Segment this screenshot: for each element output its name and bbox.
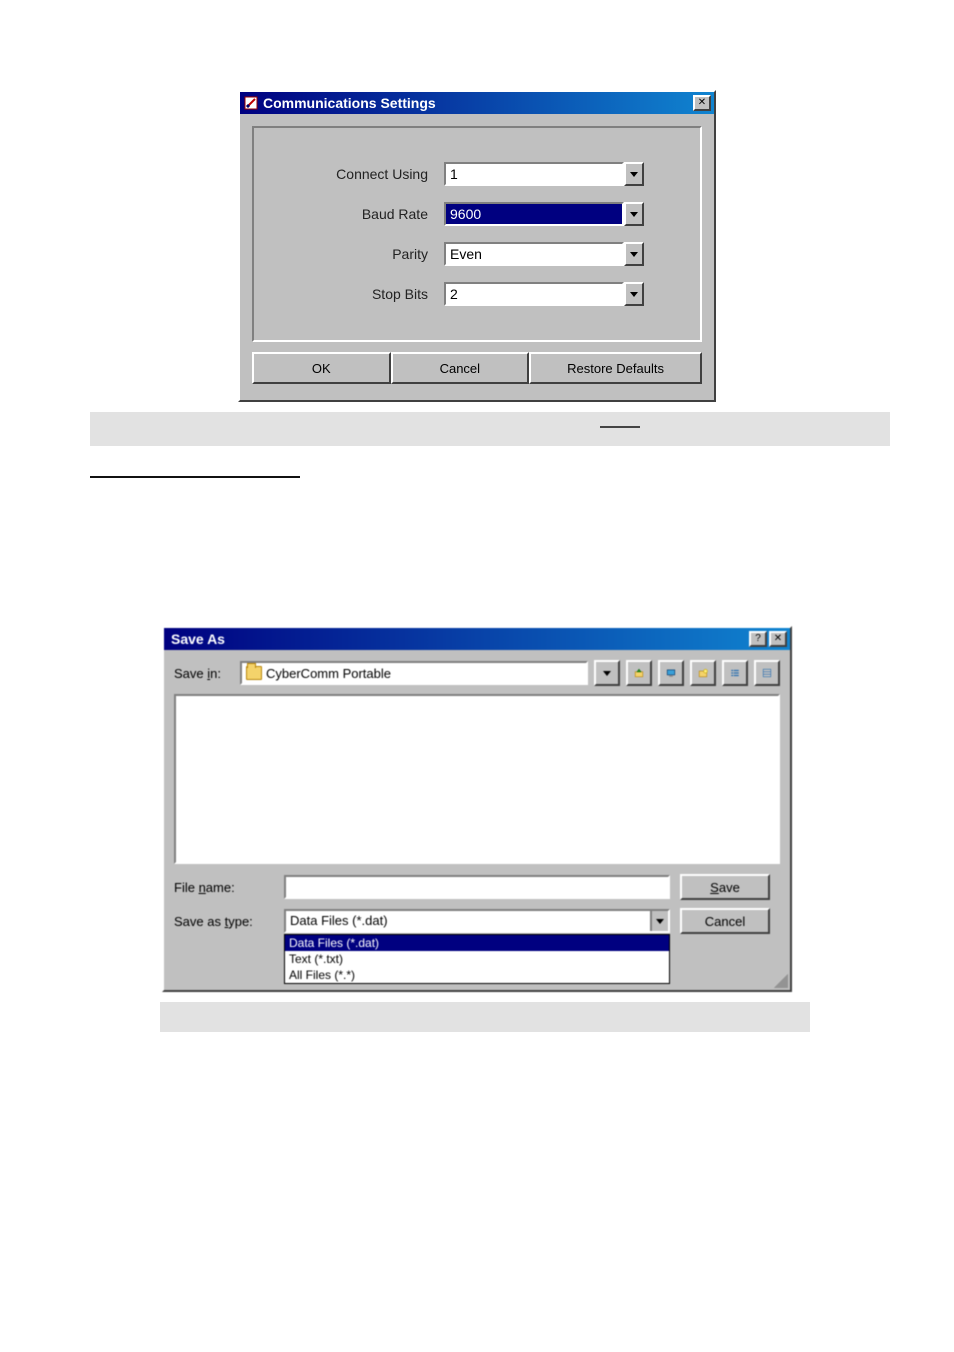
save-as-type-value: Data Files (*.dat) xyxy=(286,911,650,931)
file-list-area[interactable] xyxy=(174,694,780,864)
saveas-cancel-button[interactable]: Cancel xyxy=(680,908,770,934)
save-as-dialog: Save As ? ✕ Save in: CyberComm Portable xyxy=(162,626,792,992)
restore-defaults-button[interactable]: Restore Defaults xyxy=(529,352,702,384)
save-in-label: Save in: xyxy=(174,666,234,681)
close-icon: ✕ xyxy=(698,97,706,108)
document-section xyxy=(90,476,864,606)
parity-label: Parity xyxy=(274,246,444,262)
desktop-button[interactable] xyxy=(658,660,684,686)
comm-close-button[interactable]: ✕ xyxy=(693,95,711,111)
comm-settings-panel: Connect Using 1 Baud Rate 9600 Parity xyxy=(252,126,702,342)
save-in-combo[interactable]: CyberComm Portable xyxy=(240,661,588,685)
baud-rate-value: 9600 xyxy=(444,202,624,226)
saveas-title: Save As xyxy=(167,631,749,647)
figure-caption-bar-1 xyxy=(90,412,890,446)
parity-combo[interactable]: Even xyxy=(444,242,644,266)
saveas-titlebar[interactable]: Save As ? ✕ xyxy=(164,628,790,650)
stop-bits-combo[interactable]: 2 xyxy=(444,282,644,306)
comm-app-icon xyxy=(243,95,259,111)
comm-titlebar[interactable]: Communications Settings ✕ xyxy=(240,92,714,114)
cancel-button[interactable]: Cancel xyxy=(391,352,530,384)
chevron-down-icon xyxy=(656,919,664,924)
communications-settings-dialog: Communications Settings ✕ Connect Using … xyxy=(238,90,716,402)
baud-rate-combo[interactable]: 9600 xyxy=(444,202,644,226)
ok-button[interactable]: OK xyxy=(252,352,391,384)
connect-using-value: 1 xyxy=(444,162,624,186)
file-name-label: File name: xyxy=(174,880,274,895)
details-view-button[interactable] xyxy=(754,660,780,686)
help-icon: ? xyxy=(755,633,761,644)
comm-title: Communications Settings xyxy=(263,95,693,111)
stop-bits-value: 2 xyxy=(444,282,624,306)
save-as-type-dropdown-button[interactable] xyxy=(650,911,668,931)
type-option[interactable]: Text (*.txt) xyxy=(285,951,669,967)
connect-using-label: Connect Using xyxy=(274,166,444,182)
save-button[interactable]: Save xyxy=(680,874,770,900)
desktop-icon xyxy=(666,665,676,681)
caption-underline-mark xyxy=(600,426,640,428)
file-name-input[interactable] xyxy=(284,875,670,899)
connect-using-combo[interactable]: 1 xyxy=(444,162,644,186)
figure-caption-bar-2 xyxy=(160,1002,810,1032)
details-view-icon xyxy=(762,665,772,681)
baud-rate-label: Baud Rate xyxy=(274,206,444,222)
section-heading-underline xyxy=(90,476,300,478)
stop-bits-dropdown-button[interactable] xyxy=(624,282,644,306)
connect-using-dropdown-button[interactable] xyxy=(624,162,644,186)
up-one-level-icon xyxy=(634,665,644,681)
chevron-down-icon xyxy=(630,172,638,177)
new-folder-button[interactable] xyxy=(690,660,716,686)
chevron-down-icon xyxy=(630,212,638,217)
chevron-down-icon xyxy=(630,252,638,257)
parity-dropdown-button[interactable] xyxy=(624,242,644,266)
parity-value: Even xyxy=(444,242,624,266)
save-as-type-combo[interactable]: Data Files (*.dat) xyxy=(284,909,670,933)
save-in-value: CyberComm Portable xyxy=(266,666,391,681)
folder-icon xyxy=(246,666,262,680)
list-view-button[interactable] xyxy=(722,660,748,686)
saveas-help-button[interactable]: ? xyxy=(749,631,767,647)
new-folder-icon xyxy=(698,665,708,681)
save-in-row: Save in: CyberComm Portable xyxy=(174,660,780,686)
save-as-type-options-list[interactable]: Data Files (*.dat) Text (*.txt) All File… xyxy=(284,934,670,984)
chevron-down-icon xyxy=(603,671,611,676)
close-icon: ✕ xyxy=(774,633,782,644)
list-view-icon xyxy=(730,665,740,681)
up-one-level-button[interactable] xyxy=(626,660,652,686)
type-option[interactable]: All Files (*.*) xyxy=(285,967,669,983)
resize-grip-icon[interactable] xyxy=(774,974,788,988)
type-option[interactable]: Data Files (*.dat) xyxy=(285,935,669,951)
chevron-down-icon xyxy=(630,292,638,297)
save-as-type-label: Save as type: xyxy=(174,914,274,929)
saveas-close-button[interactable]: ✕ xyxy=(769,631,787,647)
stop-bits-label: Stop Bits xyxy=(274,286,444,302)
baud-rate-dropdown-button[interactable] xyxy=(624,202,644,226)
save-in-dropdown-button[interactable] xyxy=(594,660,620,686)
